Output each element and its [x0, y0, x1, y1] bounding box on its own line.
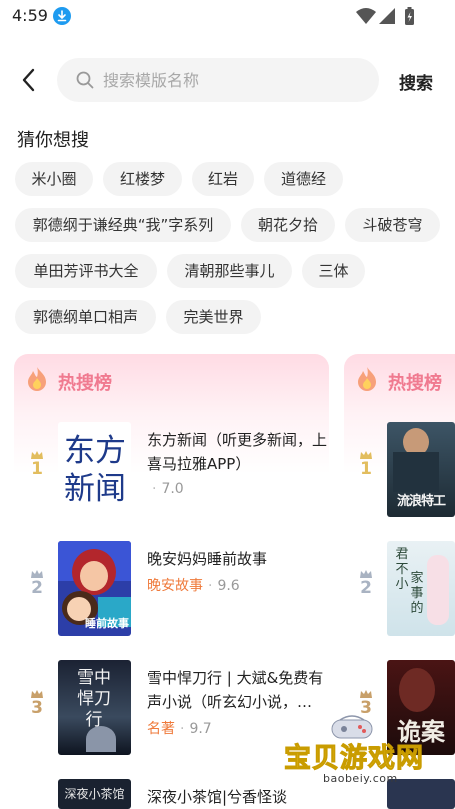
- book-title[interactable]: 东方新闻（听更多新闻，上喜马拉雅APP）: [147, 428, 337, 476]
- book-title[interactable]: 深夜小茶馆|兮香怪谈: [147, 785, 337, 809]
- hot-list-title: 热搜榜: [58, 373, 112, 394]
- cover-text: 东方: [64, 433, 126, 469]
- book-tag: 名著: [147, 721, 175, 737]
- search-chip[interactable]: 郭德纲单口相声: [15, 300, 156, 334]
- download-badge-icon: [53, 7, 71, 25]
- guess-section-title: 猜你想搜: [17, 130, 89, 151]
- fire-icon: [358, 367, 376, 391]
- cover-text: 的: [410, 601, 424, 616]
- meta-dot: ·: [208, 578, 213, 594]
- second-list-title: 热搜榜: [388, 373, 442, 394]
- watermark-text: 宝贝游戏网: [284, 743, 424, 775]
- book-cover[interactable]: 流浪特工: [387, 422, 455, 517]
- cover-text: 流浪特工: [396, 494, 446, 509]
- fire-icon: [28, 367, 46, 391]
- cover-text: 悍刀行: [77, 689, 111, 730]
- cover-text: 君: [395, 547, 409, 562]
- book-score: 9.7: [189, 721, 212, 737]
- search-chip[interactable]: 红岩: [192, 162, 254, 196]
- cover-text: 家: [410, 571, 424, 586]
- status-icons: [355, 6, 417, 28]
- book-meta: · 7.0: [147, 481, 184, 497]
- chevron-left-icon: [22, 68, 35, 92]
- book-meta: 晚安故事 · 9.6: [147, 575, 240, 595]
- search-chip[interactable]: 红楼梦: [103, 162, 182, 196]
- cover-text: 深夜小茶馆: [64, 787, 125, 801]
- cover-text: 睡前故事: [85, 617, 129, 630]
- cover-text: 事: [410, 586, 424, 601]
- search-chip[interactable]: 郭德纲于谦经典“我”字系列: [15, 208, 231, 242]
- book-score: 7.0: [161, 481, 184, 497]
- book-title[interactable]: 晚安妈妈睡前故事: [147, 547, 337, 571]
- search-chip[interactable]: 道德经: [264, 162, 343, 196]
- book-score: 9.6: [217, 578, 240, 594]
- search-chip[interactable]: 清朝那些事儿: [167, 254, 292, 288]
- book-cover[interactable]: 睡前故事: [58, 541, 131, 636]
- rank-number: 1: [31, 459, 43, 479]
- search-chip[interactable]: 斗破苍穹: [345, 208, 440, 242]
- cover-text: 新闻: [64, 471, 126, 507]
- rank-number: 1: [360, 459, 372, 479]
- book-cover[interactable]: 深夜小茶馆: [58, 779, 131, 809]
- book-cover[interactable]: 雪中 悍刀行: [58, 660, 131, 755]
- search-chip[interactable]: 完美世界: [166, 300, 261, 334]
- search-chip[interactable]: 朝花夕拾: [241, 208, 335, 242]
- signal-icon: [379, 8, 395, 24]
- rank-number: 2: [360, 578, 372, 598]
- cover-text: 雪中: [77, 668, 111, 688]
- status-bar: 4:59: [0, 0, 455, 32]
- meta-dot: ·: [180, 721, 185, 737]
- silver-crown-icon: [31, 570, 43, 578]
- bronze-crown-icon: [360, 690, 372, 698]
- battery-icon: [405, 7, 414, 25]
- search-icon: [76, 71, 94, 89]
- back-button[interactable]: [18, 66, 42, 94]
- book-cover[interactable]: 东方 新闻: [58, 422, 131, 517]
- wifi-icon: [356, 8, 376, 24]
- meta-dot: ·: [152, 481, 157, 497]
- rank-number: 2: [31, 578, 43, 598]
- book-cover[interactable]: 君 不 小 家 事 的: [387, 541, 455, 636]
- status-time: 4:59: [12, 6, 48, 25]
- book-meta: 名著 · 9.7: [147, 718, 212, 738]
- search-input[interactable]: [103, 58, 363, 102]
- book-tag: 晚安故事: [147, 578, 203, 594]
- search-chip[interactable]: 米小圈: [15, 162, 93, 196]
- gold-crown-icon: [31, 451, 43, 459]
- silver-crown-icon: [360, 570, 372, 578]
- search-chip[interactable]: 单田芳评书大全: [15, 254, 157, 288]
- search-button[interactable]: 搜索: [399, 69, 433, 94]
- search-box[interactable]: [57, 58, 379, 102]
- watermark-url: baobeiy.com: [323, 772, 398, 785]
- book-title[interactable]: 雪中悍刀行 | 大斌&免费有声小说（听玄幻小说，…: [147, 666, 337, 714]
- rank-number: 3: [31, 698, 43, 718]
- bronze-crown-icon: [31, 690, 43, 698]
- gold-crown-icon: [360, 451, 372, 459]
- search-chip[interactable]: 三体: [302, 254, 365, 288]
